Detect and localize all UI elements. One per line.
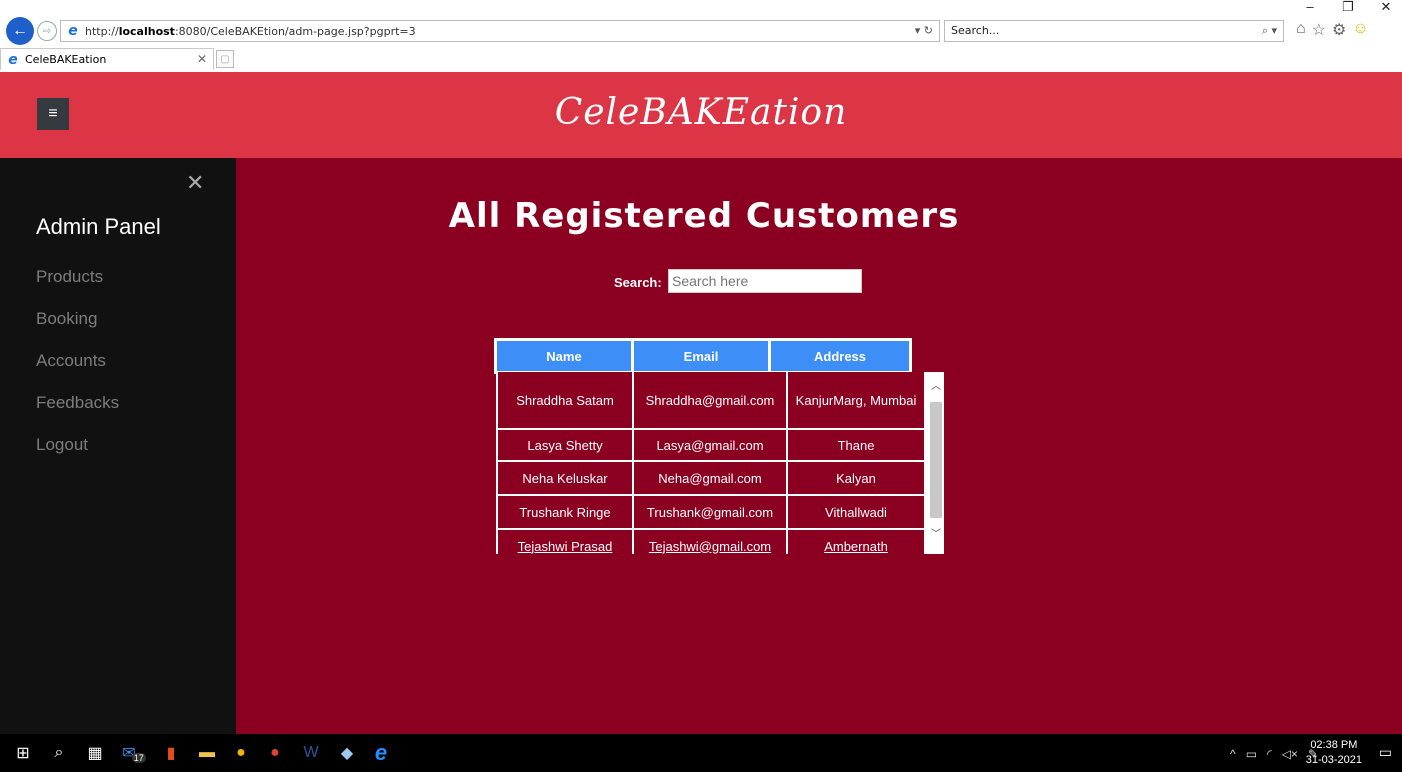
table-row: Neha Keluskar Neha@gmail.com Kalyan <box>496 462 926 496</box>
sidebar-title: Admin Panel <box>36 214 161 239</box>
cell-email: Trushank@gmail.com <box>632 496 788 530</box>
search-label: Search: <box>614 275 662 290</box>
customer-search-input[interactable] <box>668 269 862 293</box>
clock[interactable]: 02:38 PM 31-03-2021 <box>1306 738 1362 768</box>
battery-icon[interactable]: ▭ <box>1246 747 1257 761</box>
table-scrollbar[interactable]: ︿ ﹀ <box>928 372 944 554</box>
scrollbar-thumb[interactable] <box>930 402 942 518</box>
search-icon[interactable]: ⌕ ▾ <box>1262 24 1277 38</box>
column-header-email: Email <box>634 341 771 371</box>
main-content: All Registered Customers Search: Name Em… <box>236 158 1402 734</box>
sidebar-close-icon[interactable]: ✕ <box>186 170 204 196</box>
cell-address: KanjurMarg, Mumbai <box>786 372 926 430</box>
refresh-icon[interactable]: ↻ <box>924 24 933 37</box>
sidebar-item-booking[interactable]: Booking <box>36 309 97 329</box>
table-header: Name Email Address <box>494 338 912 374</box>
wifi-icon[interactable]: ◜ <box>1267 747 1272 761</box>
cell-name: Neha Keluskar <box>496 462 634 496</box>
ie-tab-icon: e <box>8 51 18 68</box>
chrome-profile-icon[interactable]: ● <box>264 742 286 764</box>
sidebar-item-logout[interactable]: Logout <box>36 435 88 455</box>
windows-start-icon[interactable]: ⊞ <box>12 742 34 764</box>
sidebar-item-products[interactable]: Products <box>36 267 103 287</box>
back-button[interactable]: ← <box>6 17 34 45</box>
new-tab-button[interactable]: ▢ <box>216 50 234 68</box>
search-icon[interactable]: ⌕ <box>48 742 70 764</box>
url-text[interactable]: http://localhost:8080/CeleBAKEtion/adm-p… <box>85 25 416 38</box>
brand-title: CeleBAKEation <box>554 92 848 133</box>
toolbar-icons: ⌂ ☆ ⚙ ☺ <box>1296 20 1369 40</box>
clock-date: 31-03-2021 <box>1305 754 1362 766</box>
browser-search-field[interactable]: Search... ⌕ ▾ <box>944 20 1284 42</box>
cell-email: Shraddha@gmail.com <box>632 372 788 430</box>
tab-title: CeleBAKEation <box>25 53 107 66</box>
notification-icon[interactable]: ▭ <box>1379 744 1392 761</box>
arrow-right-icon: ⇨ <box>42 25 52 37</box>
browser-tab[interactable]: e CeleBAKEation ✕ <box>0 48 214 70</box>
cell-address: Ambernath <box>786 530 926 554</box>
browser-search-placeholder: Search... <box>951 24 1000 37</box>
feedback-smiley-icon[interactable]: ☺ <box>1352 20 1368 40</box>
settings-gear-icon[interactable]: ⚙ <box>1332 20 1346 40</box>
file-explorer-icon[interactable]: ▬ <box>196 742 218 764</box>
column-header-name: Name <box>497 341 634 371</box>
cell-name: Trushank Ringe <box>496 496 634 530</box>
minimize-button[interactable]: – <box>1304 0 1316 16</box>
sidebar-item-feedbacks[interactable]: Feedbacks <box>36 393 119 413</box>
speaker-muted-icon[interactable]: ◁× <box>1282 747 1298 761</box>
column-header-address: Address <box>771 341 909 371</box>
cell-address: Kalyan <box>786 462 926 496</box>
calculator-icon[interactable]: ▦ <box>84 742 106 764</box>
dropdown-icon[interactable]: ▾ <box>915 24 921 37</box>
sidebar: ✕ Admin Panel Products Booking Accounts … <box>0 158 236 734</box>
chevron-up-icon[interactable]: ^ <box>1230 747 1236 761</box>
app-header: ≡ CeleBAKEation <box>0 72 1402 158</box>
new-tab-icon: ▢ <box>220 53 230 65</box>
cell-name: Shraddha Satam <box>496 372 634 430</box>
forward-button[interactable]: ⇨ <box>37 21 57 41</box>
sidebar-item-accounts[interactable]: Accounts <box>36 351 106 371</box>
internet-explorer-icon[interactable]: e <box>370 740 392 765</box>
table-scroll-area[interactable]: Shraddha Satam Shraddha@gmail.com Kanjur… <box>496 372 944 554</box>
arrow-left-icon: ← <box>12 22 28 39</box>
address-actions[interactable]: ▾ ↻ <box>915 24 933 37</box>
cell-name: Tejashwi Prasad <box>496 530 634 554</box>
cell-address: Vithallwadi <box>786 496 926 530</box>
table-row: Trushank Ringe Trushank@gmail.com Vithal… <box>496 496 926 530</box>
tab-close-icon[interactable]: ✕ <box>197 52 207 66</box>
cell-email: Tejashwi@gmail.com <box>632 530 788 554</box>
cell-name: Lasya Shetty <box>496 430 634 462</box>
office-icon[interactable]: ▮ <box>160 742 182 764</box>
table-row: Shraddha Satam Shraddha@gmail.com Kanjur… <box>496 372 926 430</box>
taskbar: ⊞ ⌕ ▦ ✉ 17 ▮ ▬ ● ● W ◆ e ^ ▭ ◜ ◁× ✎ 02:38… <box>0 734 1402 772</box>
ie-page-icon: e <box>68 23 78 39</box>
table-row: Lasya Shetty Lasya@gmail.com Thane <box>496 430 926 462</box>
chevron-up-icon[interactable]: ︿ <box>928 376 944 392</box>
browser-chrome: – ❐ ✕ ← ⇨ e http://localhost:8080/CeleBA… <box>0 0 1402 72</box>
home-icon[interactable]: ⌂ <box>1296 20 1306 40</box>
mail-badge: 17 <box>131 753 146 763</box>
cell-email: Neha@gmail.com <box>632 462 788 496</box>
page-title: All Registered Customers <box>448 196 960 236</box>
cell-email: Lasya@gmail.com <box>632 430 788 462</box>
mail-icon[interactable]: ✉ 17 <box>118 742 150 764</box>
3d-box-icon[interactable]: ◆ <box>336 742 358 764</box>
window-controls: – ❐ ✕ <box>1304 0 1392 16</box>
restore-button[interactable]: ❐ <box>1342 0 1354 16</box>
word-icon[interactable]: W <box>300 742 322 764</box>
chevron-down-icon[interactable]: ﹀ <box>928 524 944 540</box>
table-body: Shraddha Satam Shraddha@gmail.com Kanjur… <box>496 372 926 554</box>
close-window-button[interactable]: ✕ <box>1380 0 1392 16</box>
chrome-icon[interactable]: ● <box>230 742 252 764</box>
table-row: Tejashwi Prasad Tejashwi@gmail.com Amber… <box>496 530 926 554</box>
address-bar[interactable]: e http://localhost:8080/CeleBAKEtion/adm… <box>60 20 940 42</box>
favorites-star-icon[interactable]: ☆ <box>1312 20 1326 40</box>
cell-address: Thane <box>786 430 926 462</box>
clock-time: 02:38 PM <box>1310 739 1358 751</box>
